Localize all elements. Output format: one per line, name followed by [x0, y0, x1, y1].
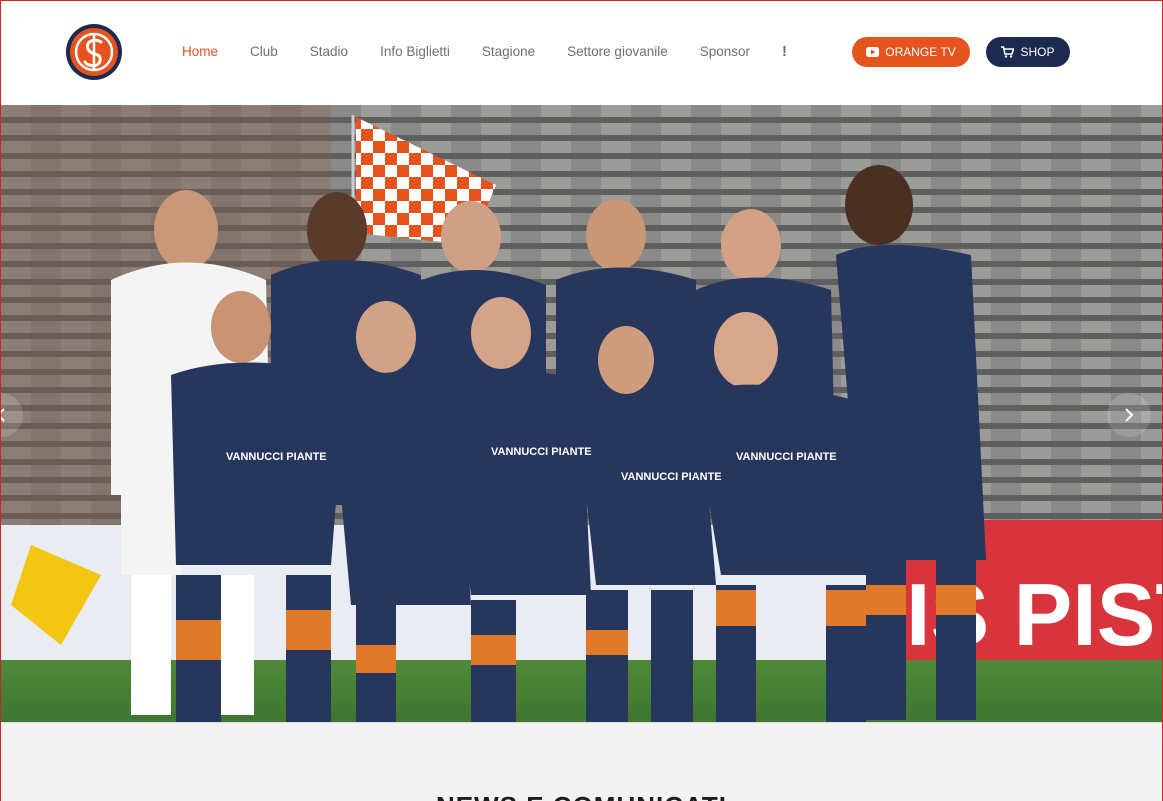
- site-header: Home Club Stadio Info Biglietti Stagione…: [1, 1, 1162, 105]
- chevron-left-icon: [1, 408, 5, 422]
- jersey-sponsor-1: VANNUCCI PIANTE: [226, 451, 327, 463]
- club-logo[interactable]: [65, 23, 123, 81]
- shop-button[interactable]: SHOP: [986, 37, 1070, 67]
- nav-item-sponsor[interactable]: Sponsor: [684, 44, 766, 59]
- hero-slider: IS PISTO: [1, 105, 1162, 722]
- jersey-sponsor-3: VANNUCCI PIANTE: [621, 471, 722, 483]
- nav-item-club[interactable]: Club: [234, 44, 294, 59]
- slider-next-button[interactable]: [1107, 393, 1151, 437]
- chevron-right-icon: [1125, 408, 1134, 422]
- orange-tv-label: ORANGE TV: [885, 45, 956, 59]
- youtube-icon: [866, 47, 880, 57]
- nav-item-home[interactable]: Home: [166, 44, 234, 59]
- news-title: NEWS E COMUNICATI: [1, 791, 1162, 801]
- shop-label: SHOP: [1020, 45, 1055, 59]
- nav-item-stagione[interactable]: Stagione: [466, 44, 551, 59]
- nav-item-stadio[interactable]: Stadio: [294, 44, 364, 59]
- main-nav: Home Club Stadio Info Biglietti Stagione…: [166, 1, 803, 101]
- news-section: NEWS E COMUNICATI: [1, 722, 1162, 801]
- jersey-sponsor-2: VANNUCCI PIANTE: [491, 446, 592, 458]
- more-menu-icon[interactable]: !: [766, 43, 803, 60]
- nav-item-settore-giovanile[interactable]: Settore giovanile: [551, 44, 684, 59]
- jersey-sponsor-4: VANNUCCI PIANTE: [736, 451, 837, 463]
- orange-tv-button[interactable]: ORANGE TV: [852, 37, 970, 67]
- nav-item-info-biglietti[interactable]: Info Biglietti: [364, 44, 466, 59]
- cart-icon: [1001, 46, 1015, 58]
- team-photo: IS PISTO: [1, 105, 1162, 722]
